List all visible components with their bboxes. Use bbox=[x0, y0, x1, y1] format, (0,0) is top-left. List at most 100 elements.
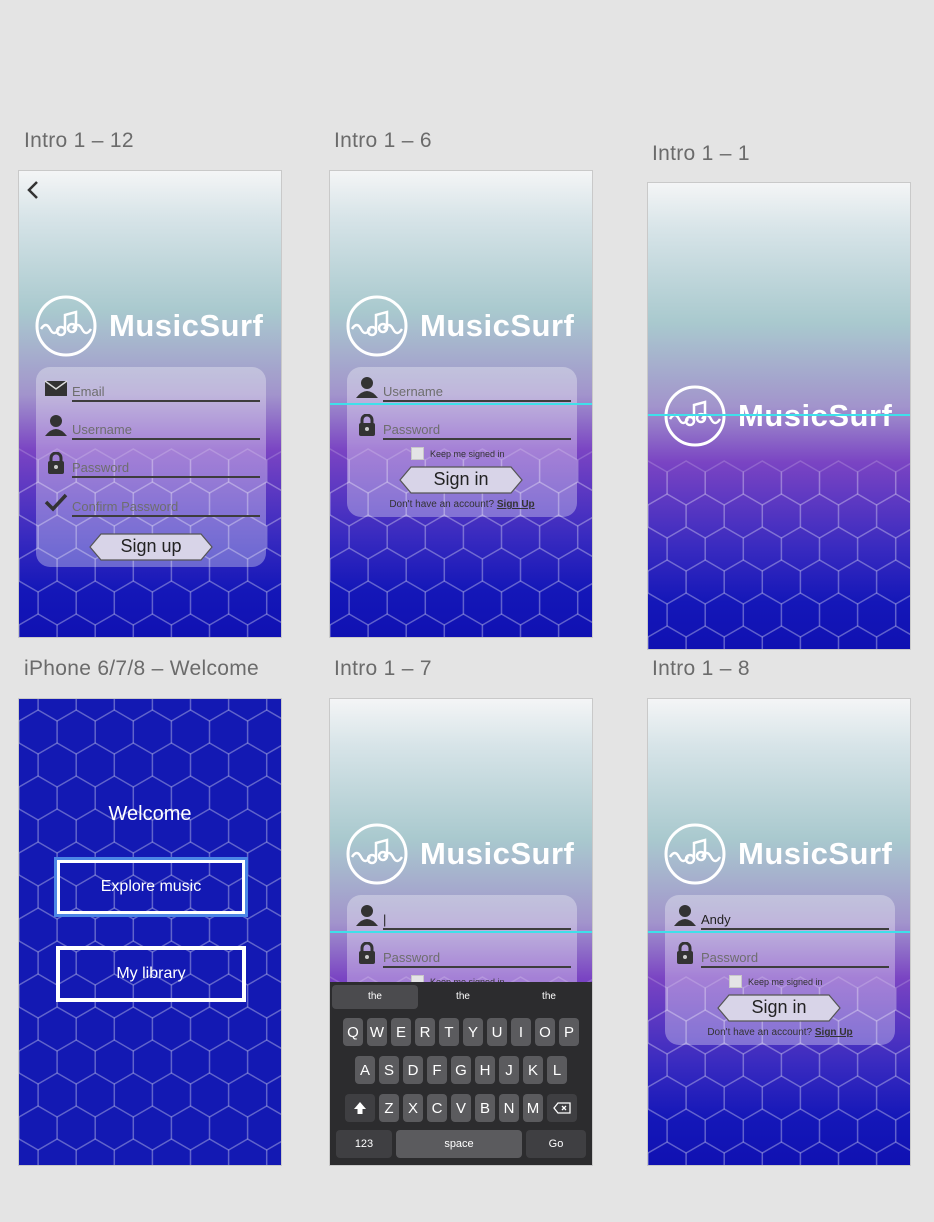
hexagon-cell bbox=[227, 742, 268, 788]
key-a[interactable]: A bbox=[355, 1056, 375, 1084]
key-z[interactable]: Z bbox=[379, 1094, 399, 1122]
keep-signed-in-checkbox[interactable]: Keep me signed in bbox=[411, 447, 505, 460]
shift-key[interactable] bbox=[345, 1094, 375, 1122]
key-c[interactable]: C bbox=[427, 1094, 447, 1122]
key-d[interactable]: D bbox=[403, 1056, 423, 1084]
hexagon-cell bbox=[648, 526, 668, 572]
username-field[interactable]: Username bbox=[44, 410, 260, 440]
key-r[interactable]: R bbox=[415, 1018, 435, 1046]
key-y[interactable]: Y bbox=[463, 1018, 483, 1046]
go-key[interactable]: Go bbox=[526, 1130, 586, 1158]
password-field[interactable]: Password bbox=[355, 410, 571, 440]
keep-signed-in-checkbox[interactable]: Keep me signed in bbox=[729, 975, 823, 988]
username-cursor: | bbox=[383, 912, 387, 927]
hexagon-cell bbox=[132, 1039, 173, 1085]
key-o[interactable]: O bbox=[535, 1018, 555, 1046]
key-q[interactable]: Q bbox=[343, 1018, 363, 1046]
key-j[interactable]: J bbox=[499, 1056, 519, 1084]
my-library-button[interactable]: My library bbox=[56, 946, 246, 1002]
key-m[interactable]: M bbox=[523, 1094, 543, 1122]
key-w[interactable]: W bbox=[367, 1018, 387, 1046]
hexagon-cell bbox=[818, 1108, 859, 1154]
suggestion-2[interactable]: the bbox=[420, 982, 506, 1012]
hexagon-cell bbox=[538, 580, 579, 626]
confirm-password-field[interactable]: Confirm Password bbox=[44, 487, 260, 517]
explore-music-button[interactable]: Explore music bbox=[54, 857, 248, 917]
hexagon-cell bbox=[94, 709, 135, 755]
hexagon-cell bbox=[208, 1039, 249, 1085]
guide-line bbox=[648, 414, 910, 416]
hexagon-cell bbox=[19, 742, 39, 788]
key-n[interactable]: N bbox=[499, 1094, 519, 1122]
hexagon-cell bbox=[19, 1105, 58, 1151]
hexagon-cell bbox=[519, 547, 560, 593]
password-underline bbox=[701, 966, 889, 968]
suggestion-3[interactable]: the bbox=[506, 982, 592, 1012]
hexagon-cell bbox=[19, 907, 58, 953]
key-e[interactable]: E bbox=[391, 1018, 411, 1046]
signin-button[interactable]: Sign in bbox=[399, 466, 523, 494]
signin-button[interactable]: Sign in bbox=[717, 994, 841, 1022]
username-field[interactable]: Andy bbox=[673, 900, 889, 930]
hexagon-cell bbox=[208, 613, 249, 637]
hexagon-cell bbox=[19, 580, 39, 626]
envelope-icon bbox=[44, 380, 68, 396]
hexagon-cell bbox=[443, 613, 484, 637]
welcome-screen: Welcome Explore music My library bbox=[18, 698, 282, 1166]
hexagon-cell bbox=[742, 460, 783, 506]
shift-arrow-icon bbox=[354, 1102, 366, 1114]
splash-screen: MusicSurf bbox=[647, 182, 911, 650]
key-t[interactable]: T bbox=[439, 1018, 459, 1046]
hexagon-cell bbox=[799, 559, 840, 605]
checkbox-box[interactable] bbox=[411, 447, 424, 460]
hexagon-cell bbox=[19, 699, 39, 722]
hexagon-cell bbox=[894, 594, 910, 636]
backspace-key[interactable] bbox=[547, 1094, 577, 1122]
back-arrow-icon[interactable] bbox=[25, 179, 41, 201]
email-placeholder: Email bbox=[72, 384, 105, 399]
suggestion-1[interactable]: the bbox=[332, 985, 418, 1009]
key-l[interactable]: L bbox=[547, 1056, 567, 1084]
numbers-key[interactable]: 123 bbox=[336, 1130, 392, 1158]
key-g[interactable]: G bbox=[451, 1056, 471, 1084]
artboard-label-intro-6: Intro 1 – 6 bbox=[334, 129, 432, 152]
key-f[interactable]: F bbox=[427, 1056, 447, 1084]
hexagon-cell bbox=[875, 559, 910, 605]
email-field[interactable]: Email bbox=[44, 372, 260, 402]
hexagon-cell bbox=[799, 625, 840, 649]
signup-link[interactable]: Sign Up bbox=[497, 499, 535, 510]
hexagon-cell bbox=[367, 613, 407, 637]
hexagon-cell bbox=[265, 1074, 281, 1116]
signup-link[interactable]: Sign Up bbox=[815, 1027, 853, 1038]
hexagon-cell bbox=[856, 592, 897, 638]
password-field[interactable]: Password bbox=[44, 448, 260, 478]
checkbox-box[interactable] bbox=[729, 975, 742, 988]
signup-screen: MusicSurf Email Username Password Confir… bbox=[18, 170, 282, 638]
key-u[interactable]: U bbox=[487, 1018, 507, 1046]
username-field[interactable]: | bbox=[355, 900, 571, 930]
key-p[interactable]: P bbox=[559, 1018, 579, 1046]
hexagon-cell bbox=[19, 874, 39, 920]
confirm-placeholder: Confirm Password bbox=[72, 499, 179, 514]
user-icon bbox=[674, 905, 696, 926]
music-wave-icon bbox=[664, 823, 726, 885]
key-b[interactable]: B bbox=[475, 1094, 495, 1122]
key-h[interactable]: H bbox=[475, 1056, 495, 1084]
hexagon-cell bbox=[648, 625, 687, 649]
key-v[interactable]: V bbox=[451, 1094, 471, 1122]
username-field[interactable]: Username bbox=[355, 372, 571, 402]
hexagon-cell bbox=[75, 1072, 116, 1118]
hexagon-cell bbox=[246, 1105, 281, 1151]
password-field[interactable]: Password bbox=[673, 938, 889, 968]
hexagon-cell bbox=[189, 699, 230, 722]
signup-button[interactable]: Sign up bbox=[89, 533, 213, 561]
hexagon-cell bbox=[246, 841, 281, 887]
key-i[interactable]: I bbox=[511, 1018, 531, 1046]
space-key[interactable]: space bbox=[396, 1130, 522, 1158]
password-field[interactable]: Password bbox=[355, 938, 571, 968]
key-s[interactable]: S bbox=[379, 1056, 399, 1084]
hexagon-cell bbox=[246, 907, 281, 953]
hexagon-cell bbox=[576, 582, 592, 624]
key-x[interactable]: X bbox=[403, 1094, 423, 1122]
key-k[interactable]: K bbox=[523, 1056, 543, 1084]
